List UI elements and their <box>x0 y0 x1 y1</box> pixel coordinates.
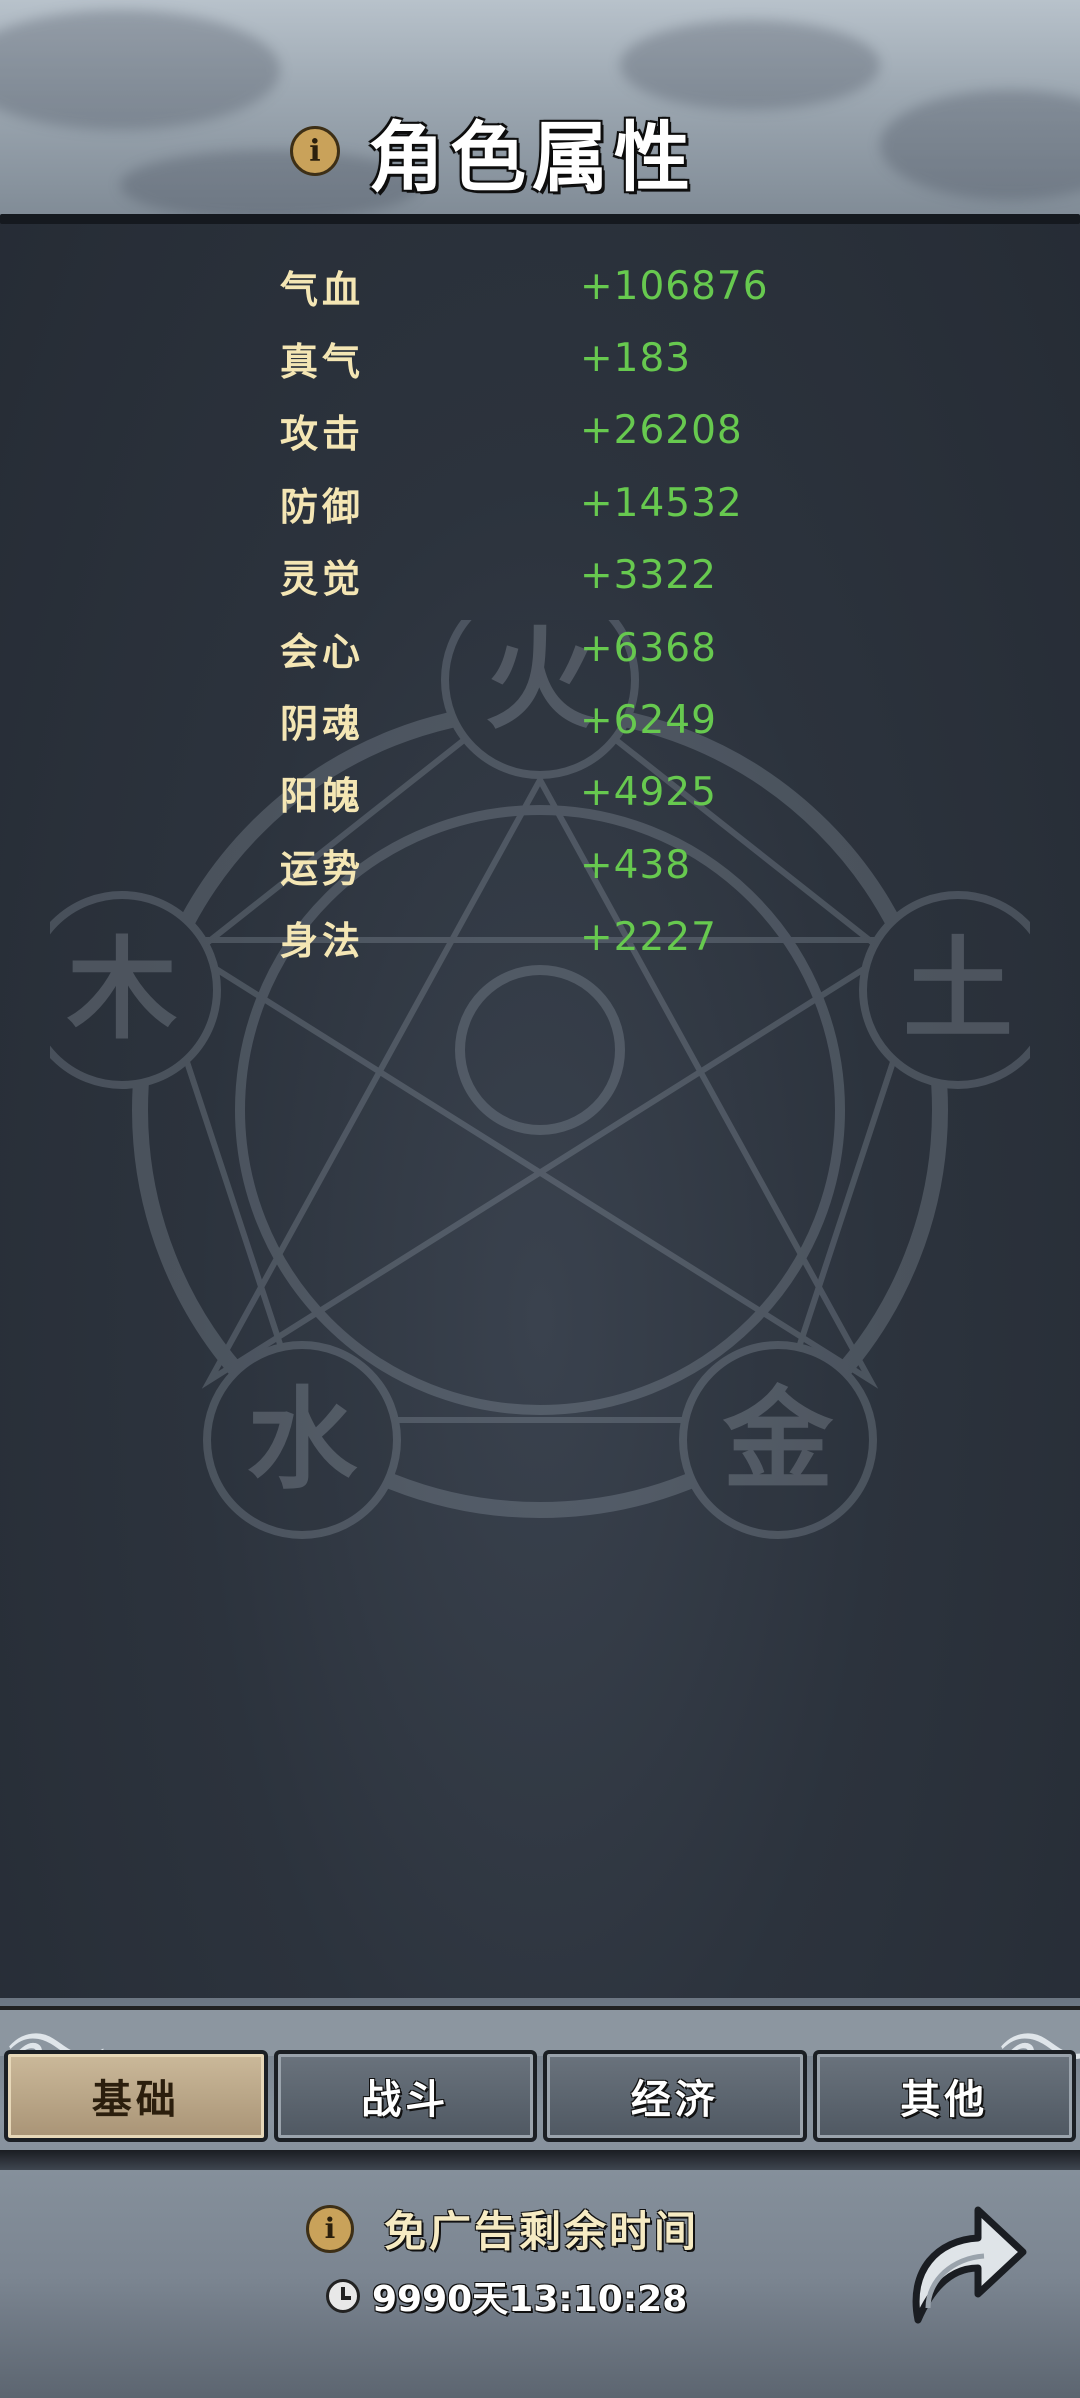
wuxing-earth-glyph: 土 <box>903 925 1013 1054</box>
stat-name: 身法 <box>280 918 365 964</box>
wuxing-wood-glyph: 木 <box>67 925 177 1054</box>
ad-free-timer: 9990天13:10:28 <box>326 2270 687 2322</box>
info-icon[interactable]: i <box>306 2204 354 2253</box>
info-icon[interactable]: i <box>290 126 340 176</box>
stat-row: 阴魂 +6249 <box>280 684 840 756</box>
stat-value: +6249 <box>580 698 717 744</box>
stat-list: 气血 +106876 真气 +183 攻击 +26208 防御 +14532 灵… <box>280 250 840 974</box>
bottom-cloud-band <box>0 2006 1080 2056</box>
back-arrow-button[interactable] <box>898 2190 1028 2330</box>
ad-free-label: 免广告剩余时间 <box>384 2207 700 2256</box>
tab-other[interactable]: 其他 <box>812 2050 1076 2142</box>
stat-row: 运势 +438 <box>280 829 840 901</box>
stat-row: 气血 +106876 <box>280 250 840 322</box>
stat-row: 身法 +2227 <box>280 902 840 974</box>
stat-row: 真气 +183 <box>280 322 840 394</box>
clock-icon <box>326 2279 360 2313</box>
stat-value: +14532 <box>580 480 743 526</box>
header-divider <box>0 214 1080 224</box>
timer-text: 9990天13:10:28 <box>372 2279 688 2320</box>
tab-economy[interactable]: 经济 <box>543 2050 807 2142</box>
stat-name: 防御 <box>280 483 365 529</box>
stat-value: +26208 <box>580 408 743 454</box>
stat-name: 运势 <box>280 845 365 891</box>
stat-value: +2227 <box>580 915 717 961</box>
ink-divider <box>0 2150 1080 2170</box>
stat-row: 阳魄 +4925 <box>280 757 840 829</box>
stat-value: +3322 <box>580 553 717 599</box>
wuxing-metal-glyph: 金 <box>722 1375 834 1504</box>
wuxing-water-glyph: 水 <box>247 1375 358 1504</box>
character-attributes-screen: 火 土 金 水 木 i 角色属性 气血 +106876 真气 +183 攻击 +… <box>0 0 1080 2398</box>
stat-row: 攻击 +26208 <box>280 395 840 467</box>
stat-value: +106876 <box>580 263 769 309</box>
stat-name: 阴魂 <box>280 701 365 747</box>
title-row: i 角色属性 <box>290 96 696 206</box>
stat-name: 真气 <box>280 339 365 385</box>
stat-value: +4925 <box>580 770 717 816</box>
stat-name: 会心 <box>280 628 365 674</box>
stat-name: 气血 <box>280 266 365 312</box>
stat-row: 防御 +14532 <box>280 467 840 539</box>
page-title: 角色属性 <box>368 113 696 202</box>
stat-name: 攻击 <box>280 411 365 457</box>
stat-value: +183 <box>580 336 692 382</box>
ad-free-row: i 免广告剩余时间 <box>306 2198 699 2259</box>
stat-name: 灵觉 <box>280 556 365 602</box>
tab-basic[interactable]: 基础 <box>4 2050 268 2142</box>
stat-value: +6368 <box>580 625 717 671</box>
tab-combat[interactable]: 战斗 <box>273 2050 537 2142</box>
stat-row: 会心 +6368 <box>280 612 840 684</box>
stat-value: +438 <box>580 842 692 888</box>
tab-bar: 基础 战斗 经济 其他 <box>0 2050 1080 2146</box>
stat-row: 灵觉 +3322 <box>280 540 840 612</box>
stat-name: 阳魄 <box>280 773 365 819</box>
